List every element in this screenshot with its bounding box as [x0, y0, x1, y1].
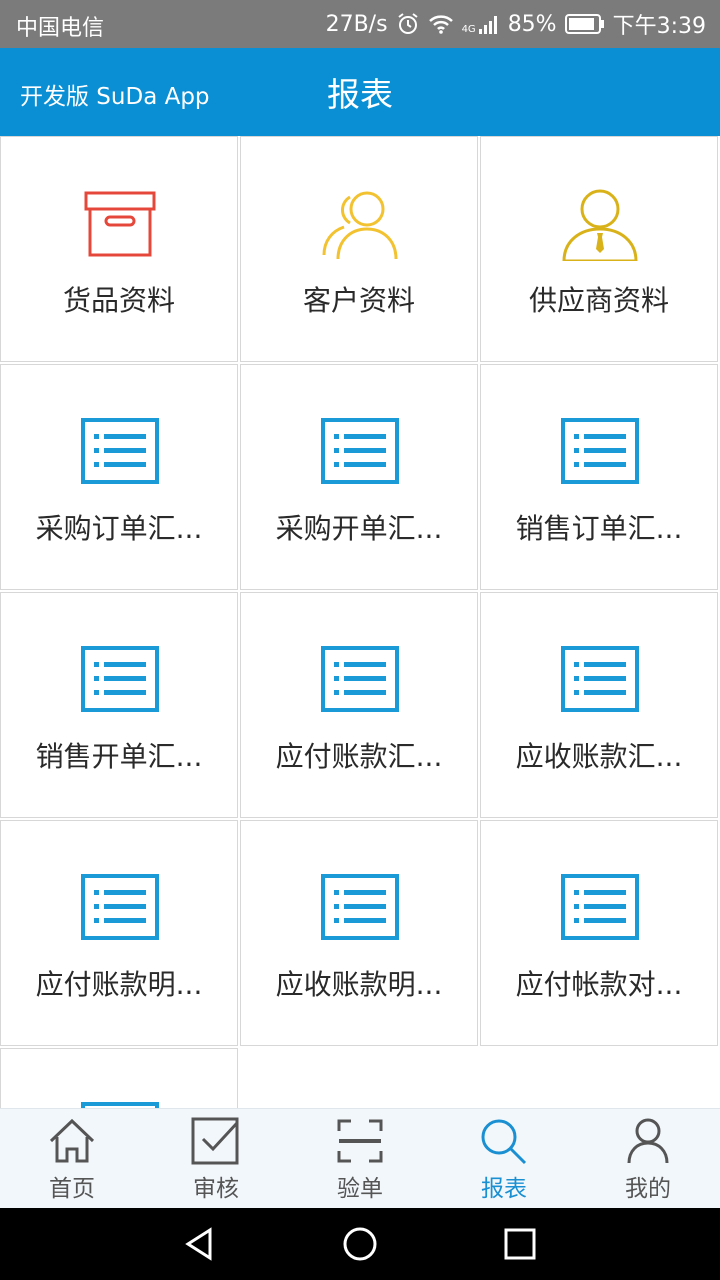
users-icon	[320, 189, 400, 261]
battery-icon	[564, 13, 605, 35]
supplier-icon	[560, 189, 640, 263]
status-bar: 中国电信 27B/s 4G 85% 下午3:39	[0, 0, 720, 48]
list-icon	[320, 645, 400, 717]
nav-home[interactable]: 首页	[0, 1109, 144, 1209]
list-icon	[80, 417, 160, 489]
report-item-customers[interactable]: 客户资料	[240, 136, 478, 362]
report-item-purchase-order-summary[interactable]: 采购订单汇...	[0, 364, 238, 590]
list-icon	[320, 873, 400, 945]
report-item-label: 应付帐款对...	[515, 968, 683, 1001]
list-icon	[320, 417, 400, 489]
nav-mine[interactable]: 我的	[576, 1109, 720, 1209]
report-item-purchase-bill-summary[interactable]: 采购开单汇...	[240, 364, 478, 590]
report-item-label: 应付账款汇...	[275, 740, 443, 773]
nav-reports[interactable]: 报表	[432, 1109, 576, 1209]
report-item-sales-order-summary[interactable]: 销售订单汇...	[480, 364, 718, 590]
page-title: 报表	[327, 75, 393, 114]
report-item-label: 客户资料	[302, 284, 415, 317]
carrier-name: 中国电信	[16, 16, 105, 41]
network-speed: 27B/s	[325, 11, 388, 37]
list-icon	[80, 645, 160, 717]
list-icon	[560, 417, 640, 489]
report-item-label: 供应商资料	[528, 284, 669, 317]
app-header: 开发版 SuDa App 报表	[0, 48, 720, 136]
status-right: 27B/s 4G 85% 下午3:39	[326, 8, 706, 40]
list-icon	[560, 873, 640, 945]
report-item-label: 应收账款明...	[275, 968, 443, 1001]
list-icon	[560, 645, 640, 717]
report-item-label: 应付账款明...	[35, 968, 203, 1001]
list-icon	[80, 873, 160, 945]
report-item-label: 货品资料	[62, 284, 175, 317]
report-item-payables-summary[interactable]: 应付账款汇...	[240, 592, 478, 818]
report-item-goods[interactable]: 货品资料	[0, 136, 238, 362]
alarm-icon	[396, 12, 420, 36]
report-item-label: 采购订单汇...	[35, 512, 203, 545]
clock: 下午3:39	[612, 14, 706, 39]
report-item-receivables-summary[interactable]: 应收账款汇...	[480, 592, 718, 818]
report-item-label: 销售订单汇...	[515, 512, 683, 545]
report-item-label: 采购开单汇...	[275, 512, 443, 545]
report-grid: 货品资料 客户资料 供应商资料 采购订单汇... 采购开单汇... 销售订单汇.…	[0, 136, 720, 1108]
report-item-payables-reconciliation[interactable]: 应付帐款对...	[480, 820, 718, 1046]
nav-home-label: 首页	[49, 1176, 95, 1202]
wifi-icon	[428, 13, 454, 35]
report-item-suppliers[interactable]: 供应商资料	[480, 136, 718, 362]
box-icon	[80, 189, 160, 261]
nav-inspect-label: 验单	[337, 1176, 383, 1202]
report-item-receivables-detail[interactable]: 应收账款明...	[240, 820, 478, 1046]
report-item-partial[interactable]	[0, 1048, 238, 1108]
signal-icon: 4G	[462, 13, 500, 35]
nav-review[interactable]: 审核	[144, 1109, 288, 1209]
report-item-payables-detail[interactable]: 应付账款明...	[0, 820, 238, 1046]
report-item-sales-bill-summary[interactable]: 销售开单汇...	[0, 592, 238, 818]
nav-inspect[interactable]: 验单	[288, 1109, 432, 1209]
nav-mine-label: 我的	[625, 1176, 671, 1202]
battery-percent: 85%	[507, 11, 557, 37]
system-nav-bar	[0, 1208, 720, 1280]
nav-reports-label: 报表	[481, 1176, 527, 1202]
report-item-label: 应收账款汇...	[515, 740, 683, 773]
nav-review-label: 审核	[193, 1176, 239, 1202]
bottom-nav: 首页 审核 验单 报表 我的	[0, 1108, 720, 1208]
report-item-label: 销售开单汇...	[35, 740, 203, 773]
list-icon	[80, 1101, 160, 1108]
